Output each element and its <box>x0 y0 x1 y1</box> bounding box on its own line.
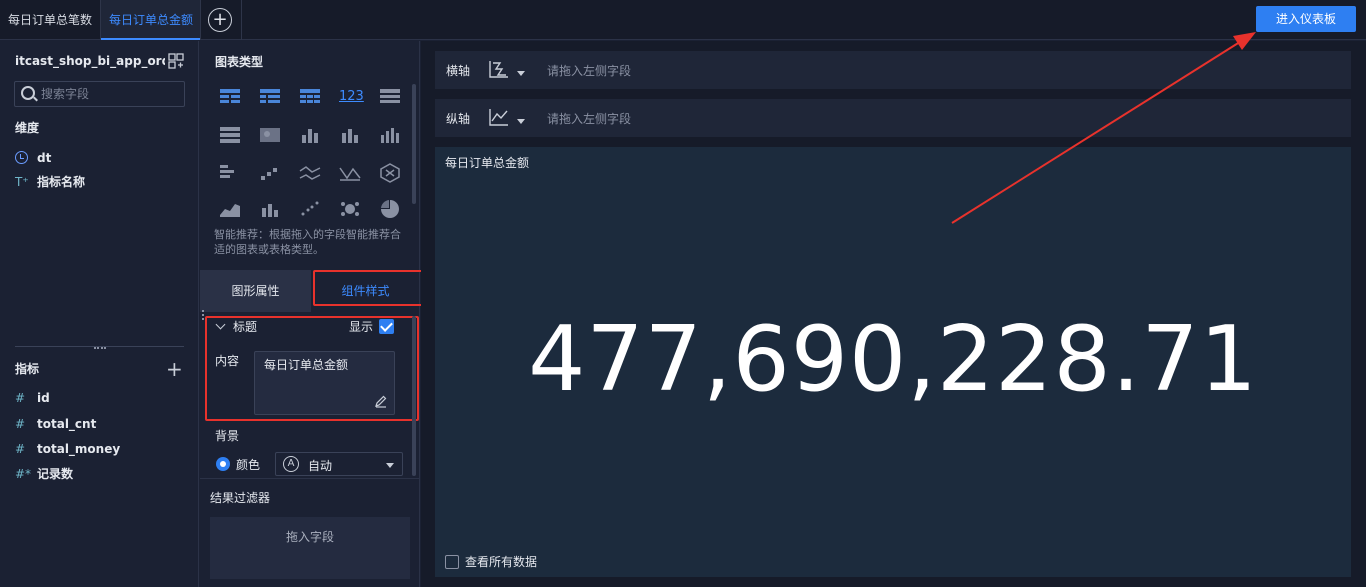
field-label: 指标名称 <box>37 175 86 189</box>
search-icon <box>21 86 35 100</box>
pie-chart-icon[interactable] <box>379 199 401 219</box>
color-select-value: 自动 <box>308 459 333 473</box>
list-kpi-icon[interactable] <box>379 87 401 107</box>
bubble-icon[interactable] <box>339 199 361 219</box>
field-search <box>14 81 185 107</box>
highlight-box-title-settings <box>205 316 419 421</box>
add-tab-icon[interactable]: + <box>208 8 232 32</box>
switch-dataset-icon[interactable] <box>168 53 184 69</box>
x-axis-placeholder: 请拖入左侧字段 <box>547 64 632 78</box>
panel-divider <box>200 478 420 479</box>
view-all-checkbox[interactable] <box>445 555 459 569</box>
chevron-down-icon[interactable] <box>517 71 525 76</box>
clock-icon <box>15 151 28 164</box>
tab-divider <box>200 0 201 40</box>
dataset-name: itcast_shop_bi_app_orde... <box>15 54 165 68</box>
chevron-down-icon[interactable] <box>517 119 525 124</box>
measure-field-total-money[interactable]: # total_money <box>15 440 120 458</box>
x-axis-shelf[interactable]: 横轴 请拖入左侧字段 <box>435 51 1351 89</box>
y-axis-label: 纵轴 <box>446 112 471 126</box>
crosstab-icon[interactable] <box>259 87 281 107</box>
field-panel: itcast_shop_bi_app_orde... 维度 dt T⁺指标名称 … <box>0 41 199 587</box>
chevron-down-icon <box>386 463 394 468</box>
dimension-field-metric-name[interactable]: T⁺ 指标名称 <box>15 173 85 191</box>
add-measure-icon[interactable]: + <box>166 357 183 381</box>
top-bar: 每日订单总笔数 每日订单总金额 + 进入仪表板 <box>0 0 1366 40</box>
view-all-data-toggle[interactable]: 查看所有数据 <box>445 553 537 570</box>
result-filter-title: 结果过滤器 <box>210 491 271 505</box>
field-label: 记录数 <box>37 467 74 481</box>
tab-divider <box>241 0 242 40</box>
column-chart-icon[interactable] <box>379 125 401 145</box>
tab-daily-order-count[interactable]: 每日订单总笔数 <box>0 0 100 40</box>
x-axis-label: 横轴 <box>446 64 471 78</box>
view-all-label: 查看所有数据 <box>465 555 538 569</box>
color-radio[interactable] <box>216 457 230 471</box>
scatter-icon[interactable] <box>299 199 321 219</box>
progress-bar-icon[interactable] <box>219 125 241 145</box>
hash-icon: # <box>15 442 26 456</box>
detail-table-icon[interactable] <box>299 87 321 107</box>
measure-field-record-count[interactable]: #* 记录数 <box>15 465 73 483</box>
enter-dashboard-button[interactable]: 进入仪表板 <box>1256 6 1356 32</box>
filter-drop-zone[interactable]: 拖入字段 <box>210 517 410 579</box>
kpi-value: 477,690,228.71 <box>528 307 1258 412</box>
measure-field-total-cnt[interactable]: # total_cnt <box>15 415 96 433</box>
field-label: id <box>37 391 50 405</box>
bar-chart-icon[interactable] <box>339 125 361 145</box>
area-chart-icon[interactable] <box>219 199 241 219</box>
color-label: 颜色 <box>236 458 261 472</box>
kpi-card: 每日订单总金额 477,690,228.71 查看所有数据 <box>435 147 1351 577</box>
highlight-box-style-tab <box>313 270 423 306</box>
y-axis-shelf[interactable]: 纵轴 请拖入左侧字段 <box>435 99 1351 137</box>
hash-icon: # <box>15 417 26 431</box>
chart-type-scrollbar[interactable] <box>412 84 416 204</box>
chart-type-title: 图表类型 <box>215 55 264 69</box>
hash-star-icon: #* <box>15 467 32 481</box>
x-axis-type-icon[interactable] <box>488 59 510 79</box>
text-type-icon: T⁺ <box>15 175 29 189</box>
dimension-field-dt[interactable]: dt <box>15 149 51 167</box>
auto-color-icon: A <box>283 456 299 472</box>
resize-grip-icon[interactable] <box>94 347 106 351</box>
horizontal-bar-icon[interactable] <box>219 163 241 183</box>
radar-line-icon[interactable] <box>339 163 361 183</box>
combo-chart-icon[interactable] <box>259 199 281 219</box>
recommend-text: 智能推荐：根据拖入的字段智能推荐合适的图表或表格类型。 <box>214 228 401 256</box>
chart-config-panel: 图表类型 123 智能推荐：根据拖入的字段智能推荐合适的图表或表格类型。 图形属… <box>200 41 423 587</box>
tab-graphic-properties[interactable]: 图形属性 <box>200 270 311 312</box>
search-input[interactable] <box>41 85 181 103</box>
kpi-number-icon[interactable]: 123 <box>339 89 364 104</box>
card-title: 每日订单总金额 <box>445 156 530 170</box>
table-icon[interactable] <box>219 87 241 107</box>
chart-canvas-panel: 横轴 请拖入左侧字段 纵轴 请拖入左侧字段 每日订单总金额 477,690,22… <box>421 41 1366 587</box>
field-label: total_cnt <box>37 417 97 431</box>
y-axis-type-icon[interactable] <box>488 107 510 127</box>
map-icon[interactable] <box>259 125 281 145</box>
hexagon-icon[interactable] <box>379 163 401 183</box>
dimensions-title: 维度 <box>15 121 40 135</box>
background-label: 背景 <box>215 429 240 443</box>
field-label: dt <box>37 151 52 165</box>
measures-title: 指标 <box>15 362 40 376</box>
color-select[interactable]: A 自动 <box>275 452 403 476</box>
property-scrollbar[interactable] <box>412 316 416 476</box>
field-label: total_money <box>37 442 121 456</box>
waterfall-icon[interactable] <box>259 163 281 183</box>
y-axis-placeholder: 请拖入左侧字段 <box>547 112 632 126</box>
measure-field-id[interactable]: # id <box>15 389 50 407</box>
hash-icon: # <box>15 391 26 405</box>
line-chart-icon[interactable] <box>299 163 321 183</box>
tab-daily-order-amount[interactable]: 每日订单总金额 <box>101 0 202 40</box>
stacked-bar-icon[interactable] <box>299 125 321 145</box>
